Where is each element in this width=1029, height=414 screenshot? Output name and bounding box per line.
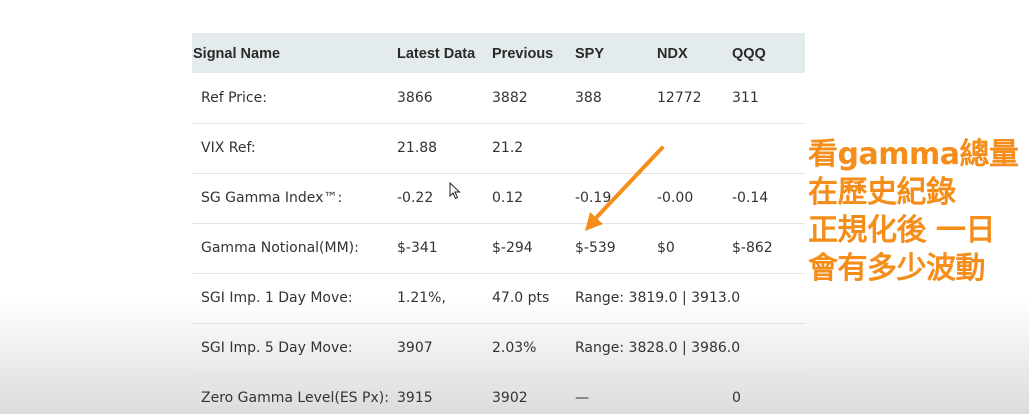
qqq-value: 0 — [732, 390, 741, 407]
latest-value: 3915 — [397, 390, 433, 407]
ndx-value — [657, 123, 732, 173]
latest-value: 3907 — [397, 340, 433, 356]
table-row: Ref Price: 3866 3882 388 12772 311 — [192, 73, 805, 123]
table-row: Zero Gamma Level(ES Px): 3915 3902 — 0 — [192, 373, 805, 414]
previous-value: 21.2 — [492, 140, 524, 156]
row-label: SGI Imp. 5 Day Move: — [201, 340, 353, 356]
table-row: SGI Imp. 5 Day Move: 3907 2.03% Range: 3… — [192, 323, 805, 373]
ndx-value: $0 — [657, 240, 675, 256]
table-row: SGI Imp. 1 Day Move: 1.21%, 47.0 pts Ran… — [192, 273, 805, 323]
qqq-value — [732, 123, 805, 173]
table-row: Gamma Notional(MM): $-341 $-294 $-539 $0… — [192, 223, 805, 273]
mouse-cursor-icon — [449, 182, 461, 200]
table-row: VIX Ref: 21.88 21.2 — [192, 123, 805, 173]
spy-value — [575, 123, 657, 173]
range-value: Range: 3828.0 | 3986.0 — [575, 340, 741, 356]
latest-value: 1.21%, — [397, 290, 446, 306]
annotation-line: 看gamma總量 — [808, 137, 1019, 172]
previous-value: 3902 — [492, 390, 528, 407]
ndx-value — [657, 373, 732, 414]
header-signal-name: Signal Name — [193, 46, 281, 62]
signals-table-container: Signal Name Latest Data Previous SPY NDX… — [192, 33, 805, 414]
previous-value: 47.0 pts — [492, 290, 550, 306]
previous-value: 2.03% — [492, 340, 537, 356]
table-row: SG Gamma Index™: -0.22 0.12 -0.19 -0.00 … — [192, 173, 805, 223]
ndx-value: 12772 — [657, 89, 702, 106]
annotation-line: 會有多少波動 — [808, 251, 986, 286]
row-label: VIX Ref: — [201, 140, 256, 156]
handwritten-annotation: 看gamma總量 在歷史紀錄 正規化後 一日 會有多少波動 — [808, 136, 1019, 288]
header-ndx: NDX — [657, 46, 688, 62]
latest-value: 3866 — [397, 89, 433, 106]
range-value: Range: 3819.0 | 3913.0 — [575, 290, 741, 306]
row-label: SG Gamma Index™: — [201, 190, 343, 206]
row-label: Zero Gamma Level(ES Px): — [201, 390, 389, 407]
header-spy: SPY — [575, 46, 605, 62]
annotation-line: 正規化後 一日 — [808, 213, 995, 248]
previous-value: 0.12 — [492, 190, 524, 206]
header-qqq: QQQ — [732, 46, 766, 62]
spy-value: 388 — [575, 89, 602, 106]
spy-value: — — [575, 390, 589, 407]
header-previous: Previous — [492, 46, 554, 62]
previous-value: $-294 — [492, 240, 533, 256]
qqq-value: 311 — [732, 89, 759, 106]
header-latest-data: Latest Data — [397, 46, 476, 62]
spy-value: $-539 — [575, 240, 616, 256]
row-label: Gamma Notional(MM): — [201, 240, 359, 256]
gamma-signals-table: Signal Name Latest Data Previous SPY NDX… — [192, 33, 805, 414]
latest-value: 21.88 — [397, 140, 438, 156]
row-label: Ref Price: — [201, 89, 267, 106]
spy-value: -0.19 — [575, 190, 612, 206]
previous-value: 3882 — [492, 89, 528, 106]
qqq-value: -0.14 — [732, 190, 769, 206]
latest-value: -0.22 — [397, 190, 434, 206]
latest-value: $-341 — [397, 240, 438, 256]
row-label: SGI Imp. 1 Day Move: — [201, 290, 353, 306]
table-header-row: Signal Name Latest Data Previous SPY NDX… — [192, 33, 805, 73]
ndx-value: -0.00 — [657, 190, 694, 206]
qqq-value: $-862 — [732, 240, 773, 256]
annotation-line: 在歷史紀錄 — [808, 175, 956, 210]
